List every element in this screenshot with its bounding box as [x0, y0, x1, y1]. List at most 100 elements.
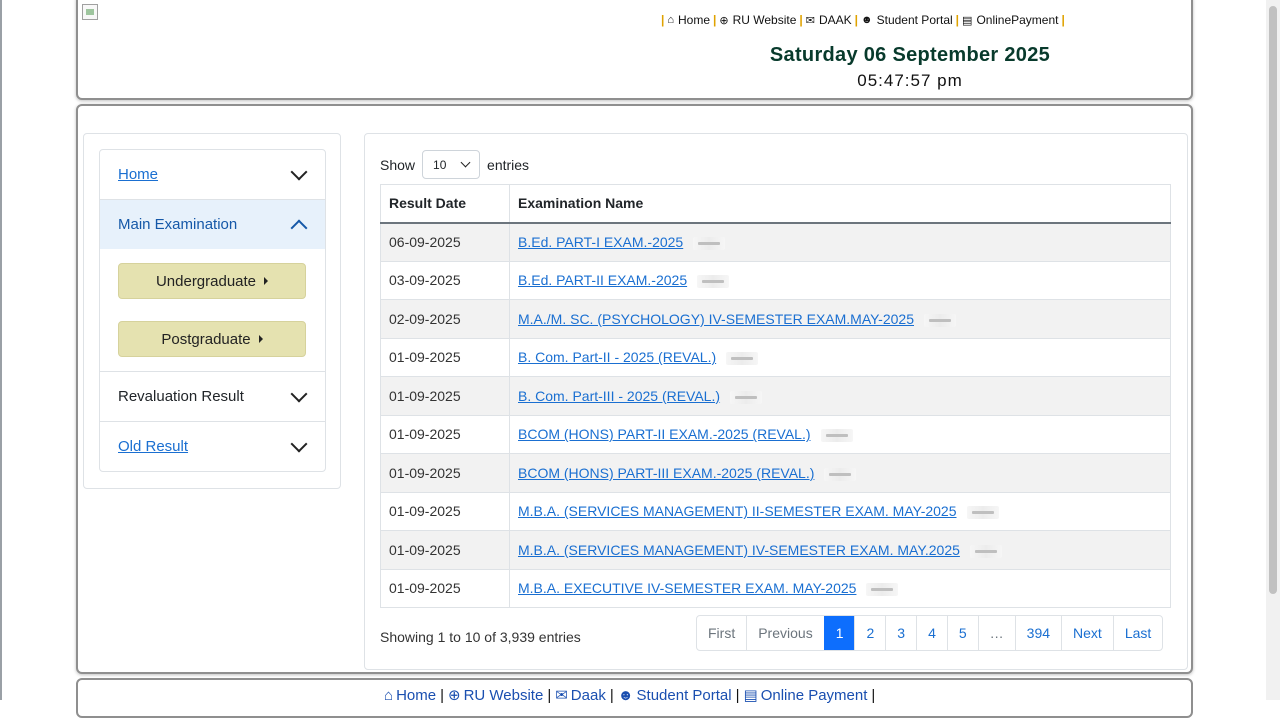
caret-right-icon	[258, 335, 263, 343]
table-row: 01-09-2025 B. Com. Part-III - 2025 (REVA…	[380, 376, 1171, 416]
sidebar-accordion: Home Main Examination Undergraduate Post…	[99, 149, 326, 472]
accordion-item-old-result: Old Result	[100, 422, 325, 471]
footer-online-payment-link[interactable]: ▤ Online Payment	[744, 686, 868, 705]
accordion-header-main-examination[interactable]: Main Examination	[100, 200, 325, 249]
pagination-previous[interactable]: Previous	[746, 616, 823, 650]
credit-card-icon: ▤	[962, 14, 973, 27]
pagination-first[interactable]: First	[697, 616, 746, 650]
examination-link[interactable]: BCOM (HONS) PART-III EXAM.-2025 (REVAL.)	[518, 465, 814, 481]
results-table: Result Date Examination Name 06-09-2025 …	[380, 184, 1171, 608]
footer-ru-website-link[interactable]: ⊕ RU Website	[447, 686, 543, 705]
result-date-cell: 01-09-2025	[380, 568, 510, 608]
new-badge-icon	[866, 583, 899, 597]
chevron-down-icon	[290, 435, 308, 452]
examination-name-cell: B.Ed. PART-I EXAM.-2025	[509, 222, 1171, 262]
page-length-select[interactable]: 10	[422, 150, 481, 179]
envelope-icon: ✉	[805, 14, 815, 27]
undergraduate-button[interactable]: Undergraduate	[118, 263, 306, 299]
results-panel: Show 10 entries Result Date Examination …	[364, 133, 1188, 670]
table-row: 01-09-2025 M.B.A. (SERVICES MANAGEMENT) …	[380, 530, 1171, 570]
examination-link[interactable]: B. Com. Part-II - 2025 (REVAL.)	[518, 349, 716, 365]
accordion-item-home: Home	[100, 150, 325, 200]
envelope-icon: ✉	[555, 687, 568, 704]
new-badge-icon	[924, 313, 956, 327]
result-date-cell: 01-09-2025	[380, 530, 510, 570]
accordion-item-main-examination: Main Examination Undergraduate Postgradu…	[100, 200, 325, 372]
examination-link[interactable]: M.A./M. SC. (PSYCHOLOGY) IV-SEMESTER EXA…	[518, 311, 914, 327]
examination-link[interactable]: B. Com. Part-III - 2025 (REVAL.)	[518, 388, 720, 404]
accordion-header-home[interactable]: Home	[100, 150, 325, 199]
revaluation-result-label: Revaluation Result	[118, 388, 244, 405]
footer: ⌂ Home | ⊕ RU Website | ✉ Daak | ☻ Student P…	[76, 678, 1193, 718]
home-link[interactable]: Home	[118, 166, 158, 183]
nav-ru-website-link[interactable]: ⊕ RU Website	[719, 13, 796, 27]
pagination-page-2[interactable]: 2	[854, 616, 885, 650]
table-row: 06-09-2025 B.Ed. PART-I EXAM.-2025	[380, 222, 1171, 262]
top-nav: | ⌂ Home | ⊕ RU Website | ✉ DAAK | ☻ Student…	[661, 13, 1065, 27]
table-row: 03-09-2025 B.Ed. PART-II EXAM.-2025	[380, 260, 1171, 300]
examination-name-cell: BCOM (HONS) PART-II EXAM.-2025 (REVAL.)	[509, 414, 1171, 454]
new-badge-icon	[820, 429, 853, 443]
examination-link[interactable]: M.B.A. EXECUTIVE IV-SEMESTER EXAM. MAY-2…	[518, 580, 856, 596]
pagination-page-4[interactable]: 4	[916, 616, 947, 650]
pagination-page-5[interactable]: 5	[946, 616, 978, 650]
table-row: 01-09-2025 BCOM (HONS) PART-III EXAM.-20…	[380, 453, 1171, 493]
table-row: 01-09-2025 BCOM (HONS) PART-II EXAM.-202…	[380, 414, 1171, 454]
new-badge-icon	[697, 275, 730, 289]
window-edge	[0, 0, 2, 700]
column-header-result-date[interactable]: Result Date	[380, 184, 510, 224]
accordion-header-old-result[interactable]: Old Result	[100, 422, 325, 471]
pagination-page-3[interactable]: 3	[885, 616, 916, 650]
pagination-page-1[interactable]: 1	[823, 616, 855, 650]
column-header-examination-name[interactable]: Examination Name	[509, 184, 1171, 224]
pagination-last[interactable]: Last	[1112, 616, 1162, 650]
main-content: Home Main Examination Undergraduate Post…	[76, 104, 1193, 674]
examination-link[interactable]: B.Ed. PART-II EXAM.-2025	[518, 272, 687, 288]
sidebar: Home Main Examination Undergraduate Post…	[83, 133, 341, 489]
old-result-link[interactable]: Old Result	[118, 438, 188, 455]
page-length-control: Show 10 entries	[380, 150, 529, 179]
new-badge-icon	[693, 236, 726, 250]
result-date-cell: 01-09-2025	[380, 376, 510, 416]
footer-home-link[interactable]: ⌂ Home	[384, 687, 436, 704]
accordion-header-revaluation[interactable]: Revaluation Result	[100, 372, 325, 421]
examination-name-cell: B. Com. Part-III - 2025 (REVAL.)	[509, 376, 1171, 416]
header: | ⌂ Home | ⊕ RU Website | ✉ DAAK | ☻ Student…	[76, 0, 1193, 100]
nav-home-link[interactable]: ⌂ Home	[667, 13, 710, 27]
chevron-down-icon	[290, 385, 308, 402]
pagination-next[interactable]: Next	[1061, 616, 1113, 650]
nav-online-payment-link[interactable]: ▤ OnlinePayment	[962, 13, 1058, 27]
result-date-cell: 01-09-2025	[380, 491, 510, 531]
page-scrollbar[interactable]	[1266, 0, 1280, 700]
graduate-icon: ☻	[861, 14, 873, 26]
examination-name-cell: B.Ed. PART-II EXAM.-2025	[509, 260, 1171, 300]
logo-image	[82, 4, 98, 20]
examination-link[interactable]: M.B.A. (SERVICES MANAGEMENT) IV-SEMESTER…	[518, 542, 960, 558]
home-icon: ⌂	[667, 14, 675, 26]
footer-nav: ⌂ Home | ⊕ RU Website | ✉ Daak | ☻ Student P…	[384, 686, 876, 705]
result-date-cell: 01-09-2025	[380, 453, 510, 493]
examination-link[interactable]: B.Ed. PART-I EXAM.-2025	[518, 234, 683, 250]
postgraduate-button[interactable]: Postgraduate	[118, 321, 306, 357]
nav-student-portal-link[interactable]: ☻ Student Portal	[861, 13, 953, 27]
examination-link[interactable]: M.B.A. (SERVICES MANAGEMENT) II-SEMESTER…	[518, 503, 957, 519]
result-date-cell: 01-09-2025	[380, 337, 510, 377]
pagination-page-394[interactable]: 394	[1014, 616, 1061, 650]
result-date-cell: 01-09-2025	[380, 414, 510, 454]
table-row: 01-09-2025 M.B.A. EXECUTIVE IV-SEMESTER …	[380, 568, 1171, 608]
table-header-row: Result Date Examination Name	[380, 184, 1171, 224]
table-row: 01-09-2025 B. Com. Part-II - 2025 (REVAL…	[380, 337, 1171, 377]
new-badge-icon	[824, 467, 857, 481]
graduate-icon: ☻	[617, 686, 634, 704]
globe-icon: ⊕	[447, 687, 461, 704]
footer-daak-link[interactable]: ✉ Daak	[555, 686, 606, 705]
examination-name-cell: M.A./M. SC. (PSYCHOLOGY) IV-SEMESTER EXA…	[509, 299, 1171, 339]
current-time: 05:47:57 pm	[857, 71, 963, 90]
new-badge-icon	[969, 544, 1002, 558]
pagination-ellipsis: …	[977, 616, 1015, 650]
nav-daak-link[interactable]: ✉ DAAK	[806, 13, 852, 27]
result-date-cell: 03-09-2025	[380, 260, 510, 300]
examination-link[interactable]: BCOM (HONS) PART-II EXAM.-2025 (REVAL.)	[518, 426, 811, 442]
scrollbar-thumb[interactable]	[1269, 6, 1277, 594]
footer-student-portal-link[interactable]: ☻ Student Portal	[618, 687, 732, 704]
